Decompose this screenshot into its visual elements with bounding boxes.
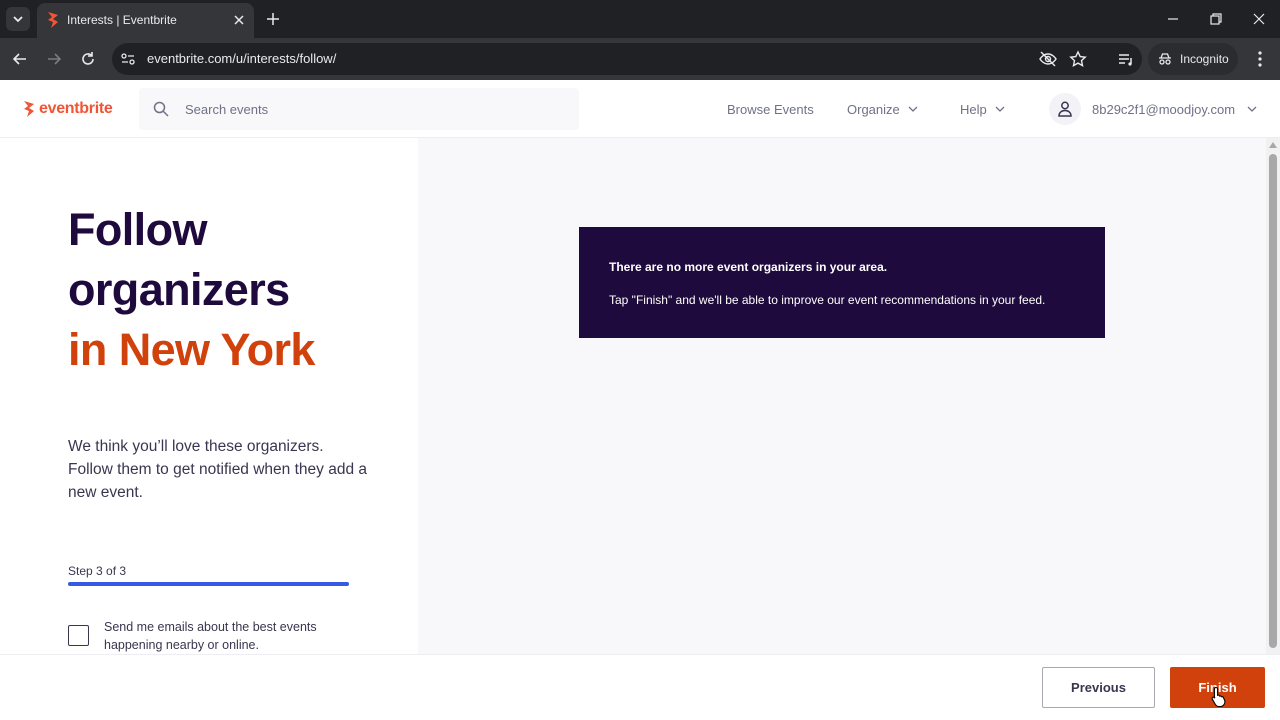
address-bar[interactable]: eventbrite.com/u/interests/follow/ (112, 43, 1142, 75)
step-footer: Previous Finish (0, 654, 1280, 720)
media-controls-icon[interactable] (1116, 49, 1136, 69)
site-info-icon[interactable] (120, 51, 136, 67)
tab-title: Interests | Eventbrite (67, 13, 177, 27)
organizers-panel: There are no more event organizers in yo… (418, 138, 1266, 654)
intro-panel: Follow organizers in New York We think y… (0, 138, 418, 654)
close-window-icon[interactable] (1249, 9, 1269, 29)
title-line-2: organizers (68, 264, 290, 315)
more-menu-icon[interactable] (1250, 49, 1270, 69)
eventbrite-logo[interactable]: eventbrite (22, 99, 113, 119)
minimize-window-icon[interactable] (1163, 9, 1183, 29)
user-email[interactable]: 8b29c2f1@moodjoy.com (1092, 102, 1235, 117)
eventbrite-logo-icon (24, 101, 34, 117)
reload-icon[interactable] (78, 49, 98, 69)
chevron-down-icon[interactable] (995, 106, 1005, 113)
tab-search-button[interactable] (6, 7, 30, 31)
eye-off-icon[interactable] (1038, 49, 1058, 69)
bookmark-star-icon[interactable] (1068, 49, 1088, 69)
restore-window-icon[interactable] (1206, 9, 1226, 29)
browser-tab-active[interactable]: Interests | Eventbrite (37, 3, 254, 38)
step-indicator: Step 3 of 3 (68, 564, 127, 578)
page-scrollbar[interactable] (1266, 138, 1280, 654)
chevron-down-icon[interactable] (1247, 106, 1257, 113)
email-optin-checkbox[interactable] (68, 625, 89, 646)
incognito-indicator[interactable]: Incognito (1148, 43, 1238, 75)
back-arrow-icon[interactable] (10, 49, 30, 69)
scrollbar-thumb[interactable] (1269, 154, 1277, 648)
intro-description: We think you’ll love these organizers. F… (68, 438, 367, 501)
nav-browse-events[interactable]: Browse Events (727, 102, 814, 117)
previous-button[interactable]: Previous (1042, 667, 1155, 708)
close-tab-icon[interactable] (230, 11, 248, 29)
browser-toolbar: eventbrite.com/u/interests/follow/ Incog… (0, 38, 1280, 80)
notice-body: Tap "Finish" and we'll be able to improv… (609, 293, 1046, 307)
chevron-down-icon[interactable] (908, 106, 918, 113)
progress-bar (68, 582, 349, 586)
search-input[interactable] (185, 88, 565, 130)
hand-pointer-cursor-icon (1211, 686, 1226, 708)
page-title: Follow organizers in New York (68, 200, 408, 380)
chevron-down-icon (13, 16, 23, 23)
title-location: in New York (68, 324, 315, 375)
site-header: eventbrite Browse Events Organize Help 8… (0, 80, 1280, 138)
scroll-up-arrow-icon[interactable] (1269, 142, 1277, 148)
logo-text: eventbrite (39, 100, 113, 117)
eventbrite-favicon-icon (48, 12, 58, 28)
progress-bar-fill (68, 582, 349, 586)
incognito-label: Incognito (1180, 52, 1229, 66)
search-bar[interactable] (139, 88, 579, 130)
browser-tab-bar: Interests | Eventbrite (0, 0, 1280, 38)
empty-state-notice: There are no more event organizers in yo… (579, 227, 1105, 338)
nav-organize[interactable]: Organize (847, 102, 900, 117)
search-icon (153, 101, 169, 117)
url-text[interactable]: eventbrite.com/u/interests/follow/ (147, 51, 336, 66)
forward-arrow-icon[interactable] (44, 49, 64, 69)
user-avatar[interactable] (1049, 93, 1081, 125)
title-line-1: Follow (68, 204, 207, 255)
new-tab-icon[interactable] (263, 9, 283, 29)
incognito-icon (1159, 53, 1171, 65)
nav-help[interactable]: Help (960, 102, 987, 117)
email-optin-label[interactable]: Send me emails about the best events hap… (104, 618, 344, 654)
user-icon (1058, 101, 1072, 117)
notice-title: There are no more event organizers in yo… (609, 260, 888, 274)
